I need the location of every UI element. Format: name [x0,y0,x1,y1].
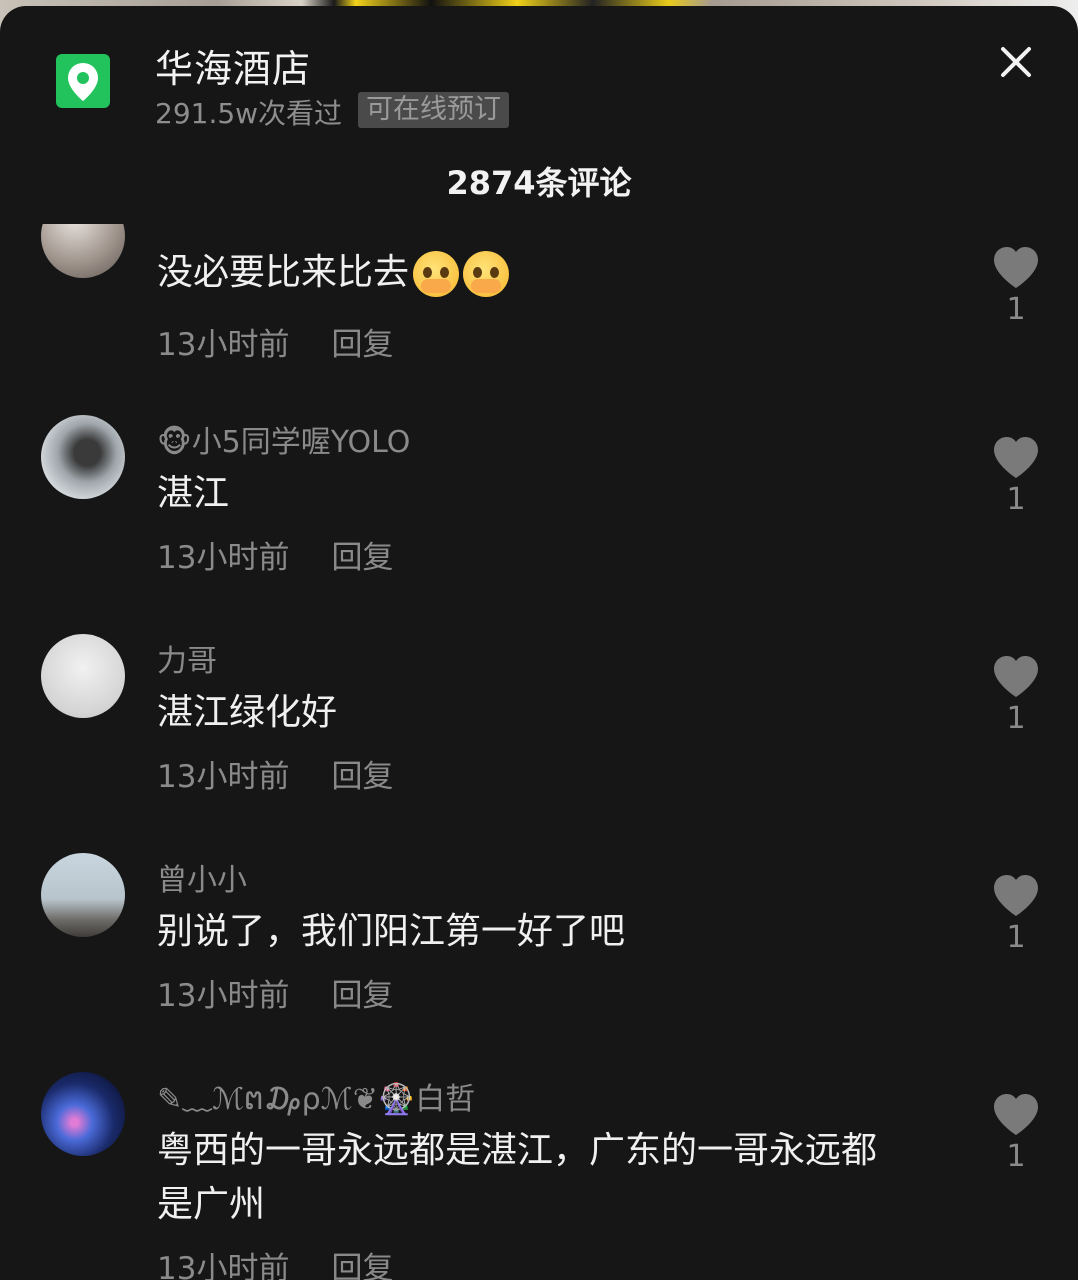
comment-username[interactable]: 曾小小 [157,855,247,899]
avatar[interactable] [41,634,125,718]
comment-text: 别说了，我们阳江第一好了吧 [157,911,626,952]
like-button[interactable]: 1 [990,1093,1042,1174]
close-button[interactable] [994,40,1038,84]
close-icon [1001,47,1031,77]
comment-meta: 13小时前 回复 [157,532,393,577]
avatar[interactable] [41,415,125,499]
location-pin-icon[interactable] [56,54,110,108]
comment-text: 湛江 [157,473,230,514]
comment-time: 13小时前 [157,327,290,363]
reply-button[interactable]: 回复 [331,1251,393,1280]
like-count: 1 [1006,292,1026,327]
comment-username[interactable]: 力哥 [157,636,217,680]
hotel-title[interactable]: 华海酒店 [155,38,311,93]
reply-button[interactable]: 回复 [331,759,393,795]
like-count: 1 [1006,920,1026,955]
comment-time: 13小时前 [157,978,290,1014]
heart-icon [994,1094,1038,1135]
heart-icon [994,656,1038,697]
view-count: 291.5w次看过 [155,97,343,130]
pleading-face-hands-icon [413,251,460,297]
comment-meta: 13小时前 回复 [157,751,393,796]
avatar[interactable] [41,853,125,937]
heart-icon [994,247,1038,288]
avatar[interactable] [41,224,125,278]
reply-button[interactable]: 回复 [331,540,393,576]
like-button[interactable]: 1 [990,655,1042,736]
comment-text: 湛江绿化好 [157,692,338,733]
comment-meta: 13小时前 回复 [157,319,393,364]
comment-meta: 13小时前 回复 [157,1243,393,1280]
heart-icon [994,437,1038,478]
comment-list[interactable]: 没必要比来比去 13小时前 回复 1 🐵小5同学喔YOLO 湛江 13小时前 回复 [0,224,1078,1280]
comment-time: 13小时前 [157,1251,290,1280]
pleading-face-hands-icon [463,251,510,297]
like-button[interactable]: 1 [990,436,1042,517]
like-count: 1 [1006,482,1026,517]
heart-icon [994,875,1038,916]
comment-time: 13小时前 [157,540,290,576]
comment-username[interactable]: 🐵小5同学喔YOLO [157,417,410,461]
reply-button[interactable]: 回复 [331,978,393,1014]
comment-text: 没必要比来比去 [157,247,957,299]
reply-button[interactable]: 回复 [331,327,393,363]
comment-text-line-1: 粤西的一哥永远都是湛江，广东的一哥永远都 [157,1130,878,1171]
comments-sheet: 华海酒店 291.5w次看过 可在线预订 2874条评论 没必要比来比去 13小… [0,6,1078,1280]
online-booking-badge[interactable]: 可在线预订 [358,92,509,128]
like-count: 1 [1006,1139,1026,1174]
comment-meta: 13小时前 回复 [157,970,393,1015]
like-count: 1 [1006,701,1026,736]
comment-text-line-2: 是广州 [157,1184,266,1225]
comment-username[interactable]: ✎﹏ℳຕ₯ρℳ❦🎡白哲 [157,1074,475,1118]
like-button[interactable]: 1 [990,874,1042,955]
like-button[interactable]: 1 [990,246,1042,327]
avatar[interactable] [41,1072,125,1156]
comment-time: 13小时前 [157,759,290,795]
comment-count: 2874条评论 [446,164,632,202]
